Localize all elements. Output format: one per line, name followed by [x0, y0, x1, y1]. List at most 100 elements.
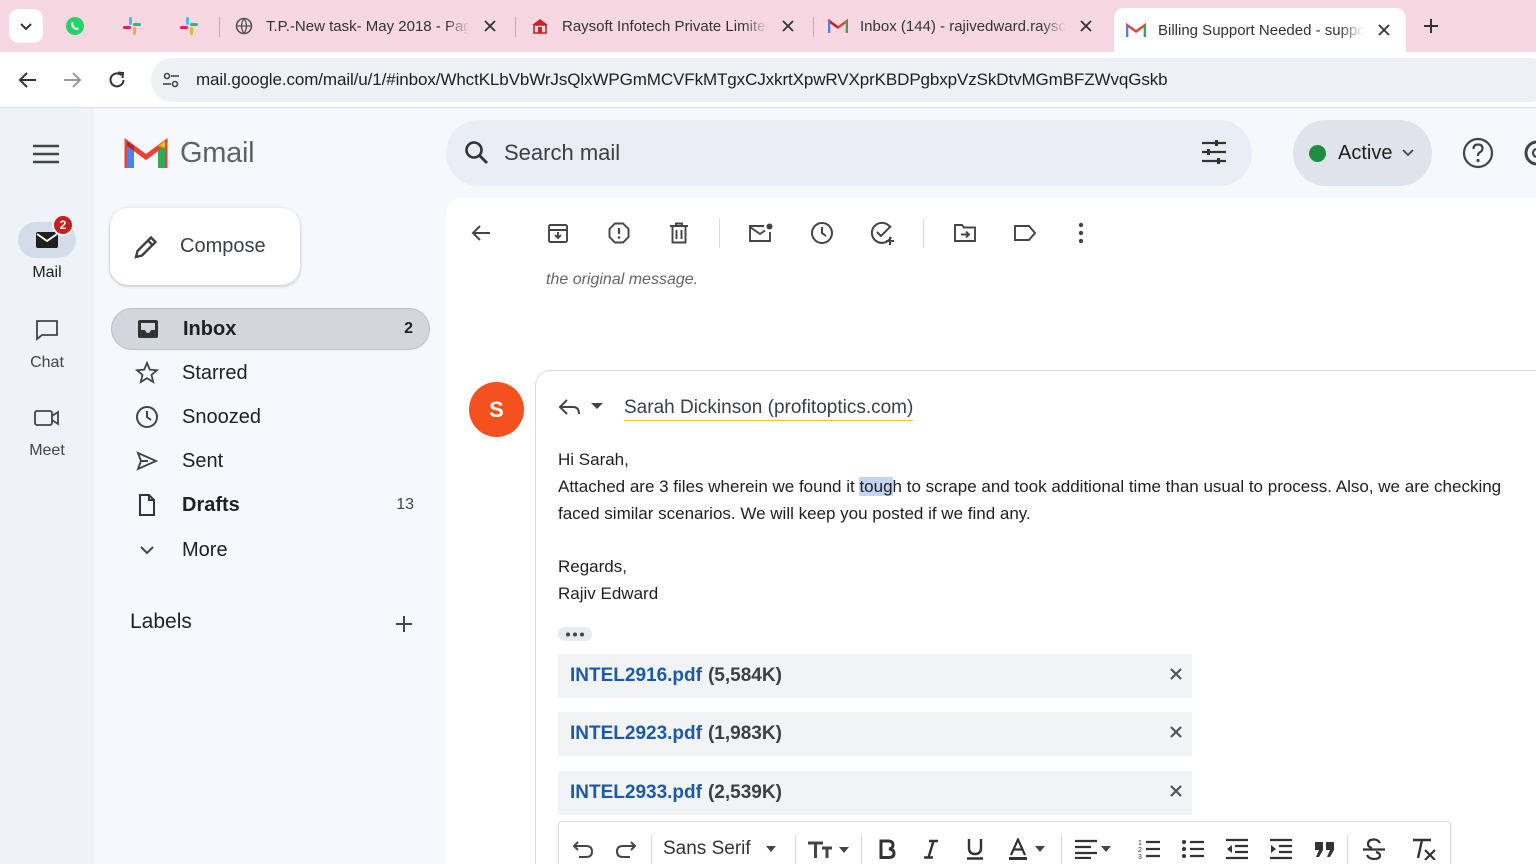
delete-button[interactable]: [661, 215, 697, 251]
body-line-2: faced similar scenarios. We will keep yo…: [558, 504, 1031, 523]
main-menu-button[interactable]: [30, 138, 62, 170]
attachment-chip[interactable]: INTEL2923.pdf (1,983K): [558, 712, 1192, 756]
indent-more-button[interactable]: [1269, 836, 1293, 862]
undo-button[interactable]: [571, 836, 595, 862]
caret-down-icon: [765, 846, 776, 852]
forward-button[interactable]: [56, 64, 88, 96]
sidebar-item-drafts[interactable]: Drafts 13: [111, 484, 430, 526]
sidebar-item-starred[interactable]: Starred: [111, 352, 430, 394]
underline-button[interactable]: [963, 836, 987, 862]
text-color-button[interactable]: [1007, 836, 1053, 862]
underline-icon: [967, 839, 983, 860]
gmail-icon: [828, 18, 848, 33]
reply-composer: Sarah Dickinson (profitoptics.com) Hi Sa…: [535, 370, 1536, 864]
gear-icon[interactable]: [1520, 136, 1536, 170]
address-bar[interactable]: mail.google.com/mail/u/1/#inbox/WhctKLbV…: [151, 58, 1536, 102]
sidebar-item-label: Starred: [182, 361, 248, 384]
archive-icon: [548, 224, 568, 243]
show-trimmed-content-button[interactable]: [558, 627, 592, 641]
reload-button[interactable]: [101, 64, 133, 96]
back-to-inbox-button[interactable]: [463, 215, 499, 251]
app-rail: 2 Mail Chat Meet: [0, 108, 94, 864]
attachment-chip[interactable]: INTEL2933.pdf (2,539K): [558, 771, 1192, 815]
tab-inbox[interactable]: Inbox (144) - rajivedward.raysoft: [816, 8, 1108, 44]
italic-button[interactable]: [919, 836, 943, 862]
font-size-button[interactable]: [807, 836, 853, 862]
attachment-chip[interactable]: INTEL2916.pdf (5,584K): [558, 654, 1192, 698]
numbered-list-button[interactable]: 123: [1137, 836, 1161, 862]
sidebar-item-snoozed[interactable]: Snoozed: [111, 396, 430, 438]
remove-attachment-icon[interactable]: [1170, 726, 1182, 738]
indent-less-icon: [1226, 838, 1248, 860]
rail-label: Chat: [30, 354, 64, 371]
search-options-icon[interactable]: [1200, 138, 1228, 166]
new-tab-button[interactable]: [1416, 12, 1446, 40]
archive-button[interactable]: [540, 215, 576, 251]
tab-title: Inbox (144) - rajivedward.raysoft: [860, 17, 1066, 35]
gmail-icon: [1126, 22, 1146, 37]
report-spam-button[interactable]: [601, 215, 637, 251]
align-left-icon: [1075, 839, 1111, 859]
chevron-down-icon: [1402, 149, 1415, 157]
inbox-icon: [138, 320, 158, 338]
tab-raysoft[interactable]: Raysoft Infotech Private Limited: [518, 8, 810, 44]
search-icon[interactable]: [464, 140, 490, 166]
attachment-name[interactable]: INTEL2923.pdf: [570, 723, 702, 745]
status-selector[interactable]: Active: [1293, 120, 1432, 186]
tab-whatsapp[interactable]: [47, 8, 103, 44]
redo-button[interactable]: [614, 836, 638, 862]
add-task-icon: [870, 221, 894, 245]
svg-text:2: 2: [1138, 847, 1142, 854]
font-family-select[interactable]: Sans Serif: [663, 836, 789, 862]
tab-close-button[interactable]: [480, 16, 500, 36]
compose-button[interactable]: Compose: [110, 208, 300, 285]
search-input[interactable]: [504, 134, 1184, 172]
sidebar-item-label: Snoozed: [182, 405, 261, 428]
add-label-icon[interactable]: [392, 612, 416, 636]
remove-attachment-icon[interactable]: [1170, 785, 1182, 797]
site-info-icon[interactable]: [161, 70, 181, 90]
remove-attachment-icon[interactable]: [1170, 668, 1182, 680]
tab-search-button[interactable]: [9, 9, 43, 43]
whatsapp-icon: [66, 17, 84, 35]
tab-close-button[interactable]: [778, 16, 798, 36]
attachment-name[interactable]: INTEL2933.pdf: [570, 782, 702, 804]
tab-billing-support[interactable]: Billing Support Needed - support: [1114, 8, 1406, 52]
reply-icon[interactable]: [558, 397, 582, 417]
message-body[interactable]: Hi Sarah, Attached are 3 files wherein w…: [558, 446, 1536, 607]
rail-item-chat[interactable]: Chat: [0, 312, 94, 372]
tab-slack-1[interactable]: [104, 8, 160, 44]
align-button[interactable]: [1073, 836, 1119, 862]
caret-down-icon[interactable]: [590, 401, 604, 411]
body-text: h to scrape and took additional time tha…: [892, 477, 1502, 496]
bold-button[interactable]: [875, 836, 899, 862]
help-icon[interactable]: [1461, 136, 1495, 170]
more-options-button[interactable]: [1063, 215, 1099, 251]
mark-unread-button[interactable]: [743, 215, 779, 251]
rail-item-mail[interactable]: 2 Mail: [0, 214, 94, 282]
attachment-name[interactable]: INTEL2916.pdf: [570, 665, 702, 687]
sidebar-item-inbox[interactable]: Inbox 2: [111, 308, 430, 350]
recipient-chip[interactable]: Sarah Dickinson (profitoptics.com): [624, 397, 914, 421]
quote-button[interactable]: [1313, 836, 1337, 862]
tab-close-button[interactable]: [1076, 16, 1096, 36]
tab-close-button[interactable]: [1374, 20, 1394, 40]
rail-item-meet[interactable]: Meet: [0, 400, 94, 460]
indent-less-button[interactable]: [1225, 836, 1249, 862]
remove-formatting-button[interactable]: [1411, 836, 1437, 862]
add-to-tasks-button[interactable]: [865, 215, 901, 251]
move-to-button[interactable]: [947, 215, 983, 251]
gmail-logo[interactable]: Gmail: [124, 136, 255, 170]
svg-text:1: 1: [1138, 840, 1142, 847]
sidebar-item-more[interactable]: More: [111, 529, 430, 571]
strikethrough-button[interactable]: [1361, 836, 1387, 862]
url-text: mail.google.com/mail/u/1/#inbox/WhctKLbV…: [196, 70, 1168, 89]
gmail-logo-icon: [124, 138, 168, 168]
tab-slack-2[interactable]: [161, 8, 217, 44]
back-button[interactable]: [12, 64, 44, 96]
labels-button[interactable]: [1007, 215, 1043, 251]
sidebar-item-sent[interactable]: Sent: [111, 440, 430, 482]
tab-new-task[interactable]: T.P.-New task- May 2018 - Page: [222, 8, 512, 44]
bulleted-list-button[interactable]: [1181, 836, 1205, 862]
snooze-button[interactable]: [804, 215, 840, 251]
